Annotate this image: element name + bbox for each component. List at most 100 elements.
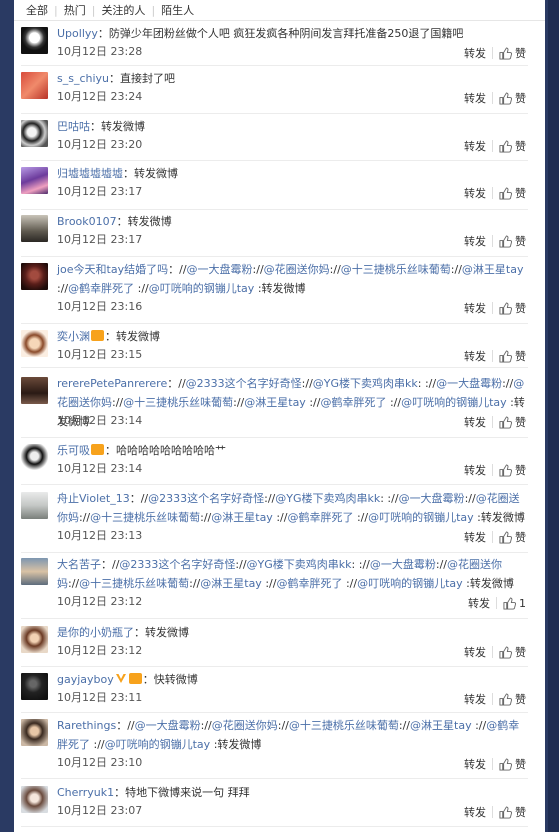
like-button[interactable]: 赞 <box>499 644 526 660</box>
avatar[interactable] <box>21 673 48 700</box>
repost-button[interactable]: 转发 <box>464 691 486 707</box>
repost-button[interactable]: 转发 <box>464 45 486 61</box>
avatar[interactable] <box>21 263 48 290</box>
mention-link[interactable]: @2333这个名字好奇怪 <box>148 492 264 505</box>
like-button[interactable]: 赞 <box>499 414 526 430</box>
avatar[interactable] <box>21 167 48 194</box>
mention-link[interactable]: @淋王星tay <box>244 396 306 409</box>
like-button[interactable]: 赞 <box>499 462 526 478</box>
avatar[interactable] <box>21 444 48 471</box>
mention-link[interactable]: @YG楼下卖鸡肉串kk <box>313 377 418 390</box>
repost-button[interactable]: 转发 <box>464 529 486 545</box>
mention-link[interactable]: @一大盘霉粉 <box>436 377 502 390</box>
like-button[interactable]: 赞 <box>499 804 526 820</box>
mention-link[interactable]: @十三捷桃乐丝味葡萄 <box>289 719 399 732</box>
repost-button[interactable]: 转发 <box>464 804 486 820</box>
mention-link[interactable]: @2333这个名字好奇怪 <box>186 377 302 390</box>
mention-link[interactable]: @鹤幸胖死了 <box>287 511 353 524</box>
avatar[interactable] <box>21 27 48 54</box>
tab-following[interactable]: 关注的人 <box>96 2 150 18</box>
timestamp: 10月12日 23:17 <box>57 185 143 198</box>
mention-link[interactable]: @YG楼下卖鸡肉串kk <box>247 558 352 571</box>
username-link[interactable]: 巴咕咕 <box>57 120 90 133</box>
like-button[interactable]: 赞 <box>499 300 526 316</box>
like-button[interactable]: 赞 <box>499 185 526 201</box>
like-button[interactable]: 赞 <box>499 529 526 545</box>
avatar[interactable] <box>21 120 48 147</box>
mention-link[interactable]: @淋王星tay <box>410 719 472 732</box>
avatar[interactable] <box>21 72 48 99</box>
mention-link[interactable]: @十三捷桃乐丝味葡萄 <box>79 577 189 590</box>
mention-link[interactable]: @叮咣响的钢镚儿tay <box>368 511 474 524</box>
mention-link[interactable]: @十三捷桃乐丝味葡萄 <box>341 263 451 276</box>
thumbs-up-icon <box>499 463 512 477</box>
mention-link[interactable]: @鹤幸胖死了 <box>68 282 134 295</box>
username-link[interactable]: Upollyy <box>57 27 98 40</box>
username-link[interactable]: 舟止Violet_13 <box>57 492 130 505</box>
username-link[interactable]: Brook0107 <box>57 215 117 228</box>
username-link[interactable]: gayjayboy <box>57 673 114 686</box>
repost-button[interactable]: 转发 <box>464 414 486 430</box>
like-button[interactable]: 赞 <box>499 756 526 772</box>
username-link[interactable]: 是你的小奶瓶了 <box>57 626 134 639</box>
username-link[interactable]: 奕小渊 <box>57 330 90 343</box>
tab-hot[interactable]: 热门 <box>59 2 91 18</box>
mention-link[interactable]: @叮咣响的钢镚儿tay <box>357 577 463 590</box>
username-link[interactable]: rererePetePanrerere <box>57 377 167 390</box>
mention-link[interactable]: @十三捷桃乐丝味葡萄 <box>123 396 233 409</box>
repost-button[interactable]: 转发 <box>464 233 486 249</box>
like-button[interactable]: 赞 <box>499 348 526 364</box>
avatar[interactable] <box>21 330 48 357</box>
repost-button[interactable]: 转发 <box>464 348 486 364</box>
like-button[interactable]: 1 <box>503 597 526 610</box>
repost-text: ：转发微博 <box>123 167 178 180</box>
username-link[interactable]: 归墟墟墟墟墟 <box>57 167 123 180</box>
mention-link[interactable]: @十三捷桃乐丝味葡萄 <box>90 511 200 524</box>
avatar[interactable] <box>21 215 48 242</box>
username-link[interactable]: 乐可吸 <box>57 444 90 457</box>
mention-link[interactable]: @2333这个名字好奇怪 <box>119 558 235 571</box>
repost-button[interactable]: 转发 <box>464 300 486 316</box>
like-button[interactable]: 赞 <box>499 138 526 154</box>
repost-button[interactable]: 转发 <box>468 595 490 611</box>
item-actions: 转发 赞 <box>464 644 526 660</box>
username-link[interactable]: Cherryuk1 <box>57 786 114 799</box>
avatar[interactable] <box>21 558 48 585</box>
mention-link[interactable]: @一大盘霉粉 <box>135 719 201 732</box>
mention-link[interactable]: @淋王星tay <box>462 263 524 276</box>
mention-link[interactable]: @叮咣响的钢镚儿tay <box>105 738 211 751</box>
like-button[interactable]: 赞 <box>499 45 526 61</box>
repost-button[interactable]: 转发 <box>464 90 486 106</box>
username-link[interactable]: joe今天和tay结婚了吗 <box>57 263 168 276</box>
avatar[interactable] <box>21 786 48 813</box>
tab-strangers[interactable]: 陌生人 <box>156 2 199 18</box>
mention-link[interactable]: @花圈送你妈 <box>212 719 278 732</box>
mention-link[interactable]: @叮咣响的钢镚儿tay <box>149 282 255 295</box>
mention-link[interactable]: @一大盘霉粉 <box>370 558 436 571</box>
repost-button[interactable]: 转发 <box>464 644 486 660</box>
like-button[interactable]: 赞 <box>499 691 526 707</box>
username-link[interactable]: s_s_chiyu <box>57 72 109 85</box>
like-button[interactable]: 赞 <box>499 233 526 249</box>
mention-link[interactable]: @一大盘霉粉 <box>399 492 465 505</box>
mention-link[interactable]: @叮咣响的钢镚儿tay <box>401 396 507 409</box>
mention-link[interactable]: @鹤幸胖死了 <box>320 396 386 409</box>
username-link[interactable]: 大名苦子 <box>57 558 101 571</box>
like-button[interactable]: 赞 <box>499 90 526 106</box>
repost-button[interactable]: 转发 <box>464 462 486 478</box>
avatar[interactable] <box>21 492 48 519</box>
repost-button[interactable]: 转发 <box>464 138 486 154</box>
repost-button[interactable]: 转发 <box>464 185 486 201</box>
mention-link[interactable]: @YG楼下卖鸡肉串kk <box>275 492 380 505</box>
mention-link[interactable]: @花圈送你妈 <box>264 263 330 276</box>
repost-button[interactable]: 转发 <box>464 756 486 772</box>
avatar[interactable] <box>21 719 48 746</box>
mention-link[interactable]: @淋王星tay <box>211 511 273 524</box>
mention-link[interactable]: @一大盘霉粉 <box>187 263 253 276</box>
username-link[interactable]: Rarethings <box>57 719 116 732</box>
avatar[interactable] <box>21 626 48 653</box>
mention-link[interactable]: @淋王星tay <box>200 577 262 590</box>
avatar[interactable] <box>21 377 48 404</box>
tab-all[interactable]: 全部 <box>21 2 53 18</box>
mention-link[interactable]: @鹤幸胖死了 <box>276 577 342 590</box>
